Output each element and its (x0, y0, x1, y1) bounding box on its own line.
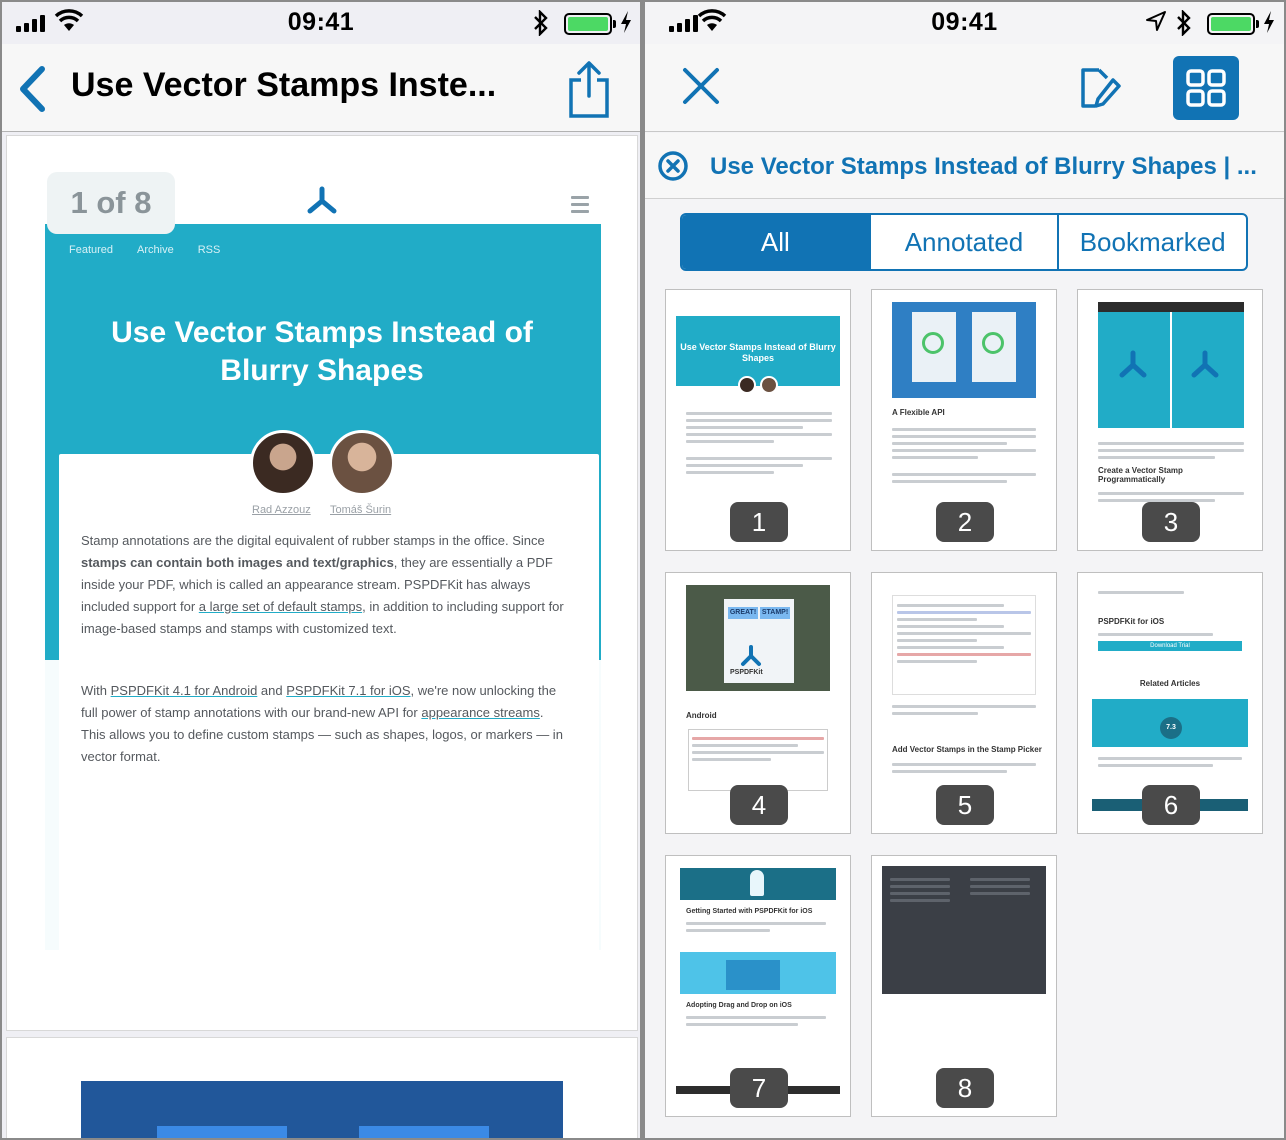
document-title: Use Vector Stamps Instead of Blurry Shap… (710, 153, 1257, 180)
page-thumbnail[interactable]: Use Vector Stamps Instead of Blurry Shap… (665, 289, 851, 551)
site-nav: Featured Archive RSS (69, 244, 220, 256)
clear-circle-icon[interactable] (657, 150, 689, 182)
page-thumbnail[interactable]: PSPDFKit for iOS Download Trial Related … (1077, 572, 1263, 834)
page-thumbnail[interactable]: GREAT! STAMP! PSPDFKit Android 4 (665, 572, 851, 834)
pspdfkit-logo-icon (307, 186, 337, 214)
inline-link[interactable]: appearance streams (421, 705, 540, 720)
reader-screen: 09:41 Use Vector Stamps Inste... Feature… (2, 2, 640, 1138)
thumbnail-heading: Add Vector Stamps in the Stamp Picker (892, 745, 1042, 754)
grid-icon (1186, 69, 1226, 107)
close-icon[interactable] (681, 66, 721, 106)
status-bar: 09:41 (2, 2, 640, 44)
thumbnail-grid-button[interactable] (1173, 56, 1239, 120)
status-bar: 09:41 (645, 2, 1284, 44)
stamp-great: GREAT! (728, 607, 758, 619)
back-chevron-icon[interactable] (18, 66, 48, 112)
stamp-stamp: STAMP! (760, 607, 790, 619)
page-thumbnail[interactable]: A Flexible API 2 (871, 289, 1057, 551)
thumbnail-grid-screen: 09:41 Use Vector Stamps Instead of Blurr… (645, 2, 1284, 1138)
bluetooth-icon (1177, 10, 1191, 36)
inline-link[interactable]: PSPDFKit 7.1 for iOS (286, 683, 410, 698)
nav-link-featured[interactable]: Featured (69, 244, 113, 256)
thumbnail-heading: Create a Vector Stamp Programmatically (1098, 466, 1183, 484)
page-number-badge: 8 (936, 1068, 994, 1108)
charging-bolt-icon (1264, 11, 1274, 33)
navigation-bar: Use Vector Stamps Inste... (2, 44, 640, 132)
avatar (329, 430, 395, 496)
author-link[interactable]: Rad Azzouz (252, 504, 311, 516)
page-number-badge: 2 (936, 502, 994, 542)
page-number-badge: 6 (1142, 785, 1200, 825)
pdf-page[interactable]: Featured Archive RSS Use Vector Stamps I… (7, 136, 637, 1030)
segment-bookmarked[interactable]: Bookmarked (1057, 215, 1246, 269)
pspdfkit-logo-icon (741, 645, 761, 666)
segment-annotated[interactable]: Annotated (868, 215, 1058, 269)
thumbnail-heading: Getting Started with PSPDFKit for iOS (686, 908, 813, 915)
thumbnail-heading: Android (686, 711, 717, 720)
bluetooth-icon (534, 10, 548, 36)
download-trial-button: Download Trial (1098, 641, 1242, 651)
nav-link-rss[interactable]: RSS (198, 244, 221, 256)
annotate-edit-icon[interactable] (1077, 66, 1121, 110)
nav-link-archive[interactable]: Archive (137, 244, 174, 256)
pspdfkit-logo-icon (1191, 350, 1219, 378)
battery-icon (1207, 13, 1259, 35)
thumbnail-heading: Adopting Drag and Drop on iOS (686, 1002, 792, 1009)
page-thumbnail[interactable]: 8 (871, 855, 1057, 1117)
page-number-badge: 3 (1142, 502, 1200, 542)
document-title-bar: Use Vector Stamps Instead of Blurry Shap… (645, 133, 1284, 199)
page-thumbnail[interactable]: Getting Started with PSPDFKit for iOS Ad… (665, 855, 851, 1117)
article-title: Use Vector Stamps Instead of Blurry Shap… (111, 316, 533, 387)
thumbnail-heading: PSPDFKit for iOS (1098, 617, 1165, 626)
page-number-badge: 1 (730, 502, 788, 542)
author-link[interactable]: Tomáš Šurin (330, 504, 391, 516)
charging-bolt-icon (621, 11, 631, 33)
segment-all[interactable]: All (682, 215, 869, 269)
page-number-badge: 4 (730, 785, 788, 825)
inline-link[interactable]: PSPDFKit 4.1 for Android (111, 683, 258, 698)
page-thumbnail[interactable]: Add Vector Stamps in the Stamp Picker 5 (871, 572, 1057, 834)
filter-segmented-control: All Annotated Bookmarked (680, 213, 1248, 271)
pdf-page[interactable] (7, 1038, 637, 1138)
page-thumbnail[interactable]: Create a Vector Stamp Programmatically 3 (1077, 289, 1263, 551)
share-icon[interactable] (565, 60, 613, 120)
navigation-bar (645, 44, 1284, 132)
article-paragraph: With PSPDFKit 4.1 for Android and PSPDFK… (81, 683, 563, 764)
page-number-badge: 5 (936, 785, 994, 825)
article-paragraph: Stamp annotations are the digital equiva… (81, 533, 564, 636)
pspdfkit-logo-icon (1119, 350, 1147, 378)
thumbnail-title: Use Vector Stamps Instead of Blurry Shap… (680, 342, 836, 363)
location-arrow-icon (1146, 11, 1166, 31)
thumbnail-heading: A Flexible API (892, 408, 945, 417)
page-number-badge: 7 (730, 1068, 788, 1108)
menu-icon[interactable] (571, 196, 589, 217)
inline-link[interactable]: a large set of default stamps (199, 599, 362, 614)
avatar (250, 430, 316, 496)
document-title: Use Vector Stamps Inste... (71, 66, 497, 104)
page-indicator: 1 of 8 (47, 172, 175, 234)
battery-icon (564, 13, 616, 35)
